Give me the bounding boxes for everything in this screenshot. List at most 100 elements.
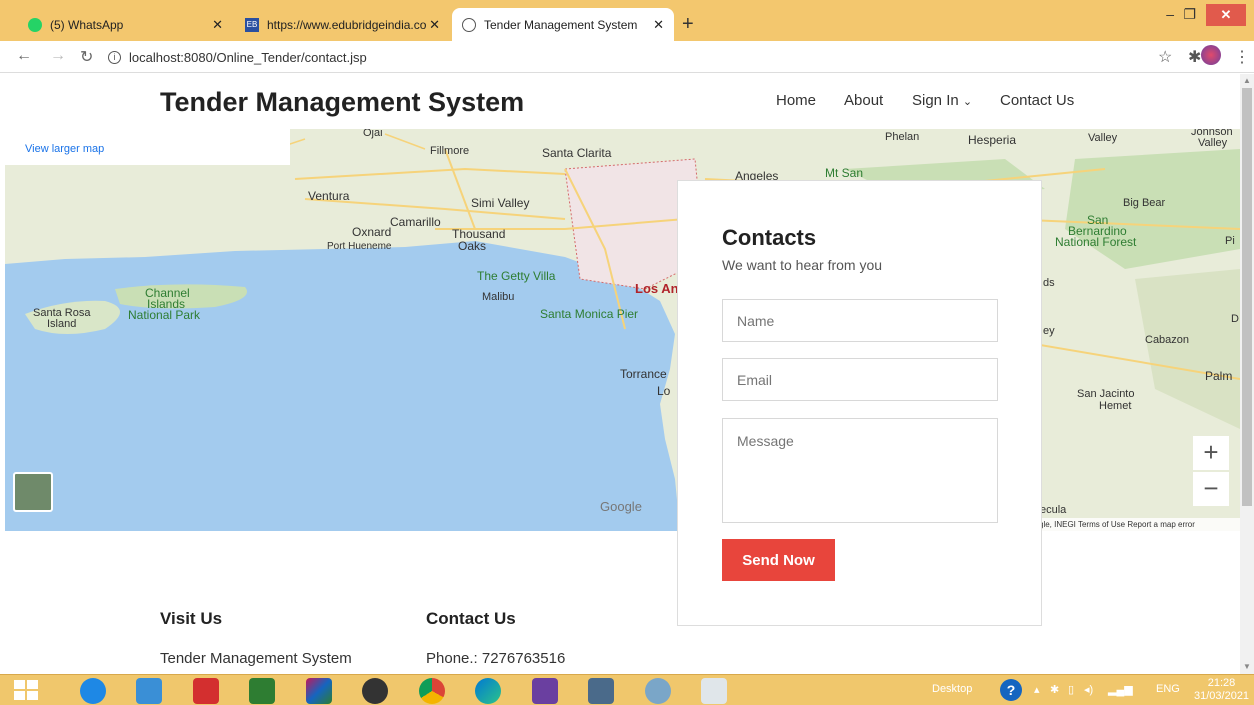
- google-map[interactable]: Ojai Fillmore Santa Clarita Ventura Simi…: [5, 129, 1240, 531]
- help-icon[interactable]: ?: [1000, 679, 1022, 701]
- clock[interactable]: 21:28 31/03/2021: [1194, 677, 1249, 703]
- file-explorer-icon[interactable]: [136, 678, 162, 704]
- contact-form-card: Contacts We want to hear from you Send N…: [677, 180, 1042, 626]
- zoom-out-button[interactable]: −: [1193, 472, 1229, 506]
- map-label: Santa Clarita: [542, 146, 612, 160]
- globe-icon: [462, 17, 476, 32]
- tab-edubridge[interactable]: EB https://www.edubridgeindia.com ✕: [235, 8, 450, 41]
- page-scrollbar[interactable]: ▲ ▼: [1240, 74, 1254, 674]
- map-label: Camarillo: [390, 215, 441, 229]
- message-textarea[interactable]: [722, 418, 998, 523]
- map-label: Santa Monica Pier: [540, 307, 639, 321]
- map-label: D: [1231, 313, 1239, 325]
- contact-us-heading: Contact Us: [426, 609, 516, 628]
- map-label: Malibu: [482, 291, 515, 303]
- zoom-in-button[interactable]: +: [1193, 436, 1229, 470]
- map-label: Phelan: [885, 131, 920, 143]
- scroll-up-icon[interactable]: ▲: [1243, 76, 1251, 85]
- battery-icon[interactable]: ▯: [1068, 683, 1074, 696]
- site-header: Tender Management System Home About Sign…: [0, 74, 1240, 129]
- visit-us-text: Tender Management System: [160, 650, 352, 667]
- tray-expand-icon[interactable]: ▴: [1034, 683, 1040, 696]
- store-icon[interactable]: [249, 678, 275, 704]
- map-label: Mt San: [825, 166, 864, 180]
- nav-about[interactable]: About: [844, 92, 883, 109]
- bluetooth-icon[interactable]: ✱: [1050, 683, 1059, 696]
- map-label: Ojai: [363, 129, 383, 139]
- back-icon[interactable]: ←: [16, 47, 32, 65]
- volume-icon[interactable]: ◂): [1084, 683, 1093, 696]
- address-bar[interactable]: i localhost:8080/Online_Tender/contact.j…: [108, 46, 367, 68]
- info-icon[interactable]: i: [108, 50, 121, 64]
- satellite-toggle[interactable]: [13, 472, 53, 512]
- map-label: Los An: [635, 281, 679, 296]
- map-label: Big Bear: [1123, 197, 1166, 209]
- scroll-down-icon[interactable]: ▼: [1243, 662, 1251, 671]
- map-attribution[interactable]: gle, INEGI Terms of Use Report a map err…: [1035, 518, 1240, 531]
- java-ee-ide-icon[interactable]: [532, 678, 558, 704]
- edubridge-icon: EB: [245, 17, 259, 32]
- send-now-button[interactable]: Send Now: [722, 539, 835, 581]
- close-tab-icon[interactable]: ✕: [429, 17, 440, 33]
- windows-start-icon[interactable]: [14, 680, 38, 700]
- close-tab-icon[interactable]: ✕: [212, 17, 223, 33]
- close-tab-icon[interactable]: ✕: [653, 17, 664, 33]
- menu-icon[interactable]: ⋮: [1234, 47, 1250, 67]
- url-text: localhost:8080/Online_Tender/contact.jsp: [129, 49, 367, 65]
- acrobat-icon[interactable]: [193, 678, 219, 704]
- contact-title: Contacts: [722, 225, 817, 250]
- contact-phone-text: Phone.: 7276763516: [426, 650, 566, 667]
- map-label: Torrance: [620, 367, 667, 381]
- map-label: National Park: [128, 308, 201, 322]
- network-icon[interactable]: ▂▄▆: [1108, 683, 1133, 696]
- nav-sign-in[interactable]: Sign In ⌄: [912, 92, 972, 109]
- google-logo: Google: [600, 499, 642, 514]
- paint-app-icon[interactable]: [306, 678, 332, 704]
- map-label: Lo: [657, 384, 671, 398]
- map-label: ey: [1043, 325, 1055, 337]
- map-label: Simi Valley: [471, 196, 530, 210]
- extensions-icon[interactable]: ✱: [1188, 47, 1201, 67]
- map-label: Port Hueneme: [327, 241, 392, 252]
- edge-icon[interactable]: [475, 678, 501, 704]
- window-close-icon[interactable]: ✕: [1206, 4, 1246, 26]
- reload-icon[interactable]: ↻: [80, 47, 93, 67]
- clock-date: 31/03/2021: [1194, 690, 1250, 702]
- site-title[interactable]: Tender Management System: [160, 87, 524, 118]
- restore-icon[interactable]: ❐: [1183, 6, 1196, 23]
- nav-home[interactable]: Home: [776, 92, 816, 109]
- profile-avatar[interactable]: [1201, 45, 1221, 65]
- web-page: Tender Management System Home About Sign…: [0, 74, 1240, 674]
- star-icon[interactable]: ☆: [1158, 47, 1172, 67]
- contact-subtitle: We want to hear from you: [722, 257, 883, 273]
- forward-icon[interactable]: →: [50, 47, 66, 65]
- tab-tender[interactable]: Tender Management System ✕: [452, 8, 674, 41]
- scrollbar-thumb[interactable]: [1242, 88, 1252, 506]
- name-input[interactable]: [722, 299, 998, 342]
- nav-sign-in-label: Sign In: [912, 92, 959, 109]
- view-larger-map-link[interactable]: View larger map: [5, 129, 290, 165]
- language-indicator[interactable]: ENG: [1156, 683, 1180, 695]
- map-label: Island: [47, 318, 77, 330]
- new-tab-icon[interactable]: +: [682, 13, 694, 36]
- tab-whatsapp[interactable]: (5) WhatsApp ✕: [18, 8, 233, 41]
- map-label: The Getty Villa: [477, 269, 556, 283]
- chevron-down-icon: ⌄: [962, 96, 973, 108]
- map-label: ds: [1043, 277, 1055, 289]
- map-label: Palm: [1205, 369, 1233, 383]
- map-label: National Forest: [1055, 235, 1137, 249]
- window-app-icon[interactable]: [701, 678, 727, 704]
- desktop-toolbar-label[interactable]: Desktop: [932, 683, 972, 695]
- internet-explorer-icon[interactable]: [80, 678, 106, 704]
- map-label: Valley: [1198, 137, 1228, 149]
- eclipse-icon[interactable]: [362, 678, 388, 704]
- visit-us-heading: Visit Us: [160, 609, 223, 628]
- chrome-icon[interactable]: [419, 678, 445, 704]
- email-input[interactable]: [722, 358, 998, 401]
- map-label: Hesperia: [968, 133, 1017, 147]
- minimize-icon[interactable]: –: [1166, 6, 1174, 22]
- nav-contact-us[interactable]: Contact Us: [1000, 92, 1074, 109]
- tab-title: https://www.edubridgeindia.com: [267, 17, 427, 32]
- paint-palette-icon[interactable]: [645, 678, 671, 704]
- mysql-icon[interactable]: [588, 678, 614, 704]
